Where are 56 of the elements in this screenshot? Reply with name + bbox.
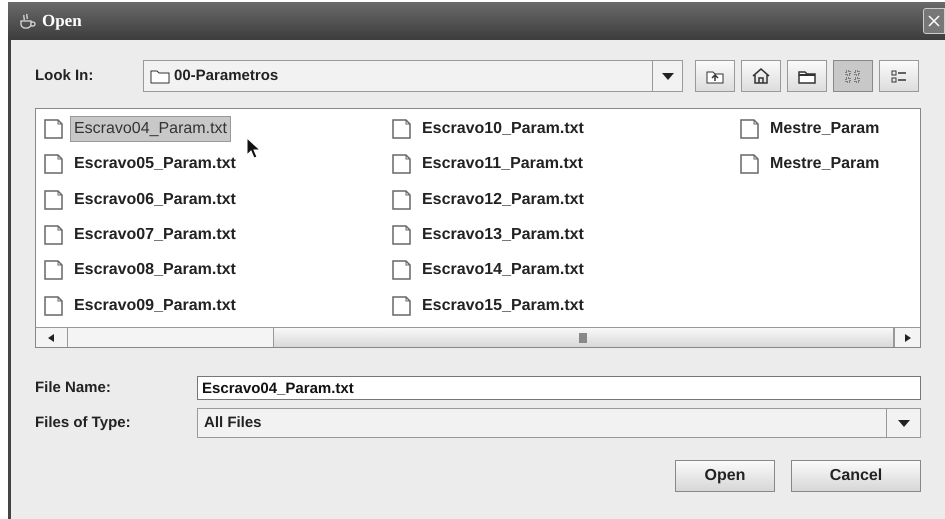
window-title: Open — [42, 10, 82, 32]
horizontal-scrollbar[interactable] — [36, 327, 920, 347]
folder-icon — [150, 68, 170, 84]
open-button[interactable]: Open — [675, 460, 775, 492]
look-in-label: Look In: — [35, 66, 94, 86]
mouse-pointer-icon — [246, 137, 262, 159]
close-icon — [927, 14, 941, 28]
toolbar-button[interactable] — [695, 60, 735, 92]
document-icon — [390, 153, 414, 176]
file-item[interactable]: Escravo11_Param.txt — [418, 151, 587, 178]
file-name-field[interactable]: Escravo04_Param.txt — [197, 376, 921, 400]
caret-icon — [662, 72, 674, 80]
file-name-label: File Name: — [35, 378, 112, 398]
file-item[interactable]: Escravo05_Param.txt — [70, 151, 240, 178]
document-icon — [390, 294, 414, 317]
file-item[interactable]: Escravo12_Param.txt — [418, 186, 588, 213]
document-icon — [738, 153, 762, 176]
document-icon — [42, 118, 66, 140]
document-icon — [390, 224, 414, 246]
document-icon — [390, 118, 414, 140]
file-type-label: Files of Type: — [35, 412, 132, 433]
caret-icon — [898, 420, 910, 426]
file-item[interactable]: Escravo08_Param.txt — [70, 257, 240, 284]
document-icon — [390, 259, 414, 282]
home-icon — [751, 67, 771, 85]
toolbar-button[interactable] — [879, 60, 919, 92]
toolbar-button[interactable] — [787, 60, 827, 92]
document-icon — [42, 224, 66, 246]
file-item[interactable]: Escravo06_Param.txt — [70, 186, 240, 213]
file-item[interactable]: Escravo10_Param.txt — [418, 116, 588, 142]
scroll-right-icon — [904, 334, 911, 342]
toolbar-button[interactable] — [833, 60, 873, 92]
file-item[interactable]: Escravo14_Param.txt — [418, 257, 588, 284]
scroll-thumb[interactable] — [272, 328, 894, 347]
folder-name: 00-Parametros — [174, 66, 280, 86]
document-icon — [738, 118, 762, 140]
document-icon — [42, 153, 66, 176]
file-item[interactable]: Escravo09_Param.txt — [70, 292, 240, 319]
toolbar-button[interactable] — [741, 60, 781, 92]
file-item[interactable]: Escravo04_Param.txt — [70, 116, 231, 142]
file-item[interactable]: Mestre_Param — [766, 151, 884, 178]
look-in-dropdown[interactable]: 00-Parametros — [143, 60, 683, 92]
file-type-dropdown[interactable]: All Files — [197, 408, 921, 438]
file-item[interactable]: Escravo15_Param.txt — [418, 292, 588, 319]
close-button[interactable] — [923, 8, 945, 34]
file-type-value: All Files — [204, 412, 263, 433]
cancel-button[interactable]: Cancel — [791, 460, 921, 492]
file-item[interactable]: Mestre_Param — [766, 116, 884, 142]
file-item[interactable]: Escravo07_Param.txt — [70, 222, 240, 248]
cup-icon — [18, 13, 36, 29]
document-icon — [390, 188, 414, 211]
file-item[interactable]: Escravo13_Param.txt — [418, 222, 588, 248]
scroll-left-icon — [48, 334, 54, 342]
document-icon — [42, 188, 66, 211]
document-icon — [42, 294, 66, 317]
document-icon — [42, 259, 66, 282]
